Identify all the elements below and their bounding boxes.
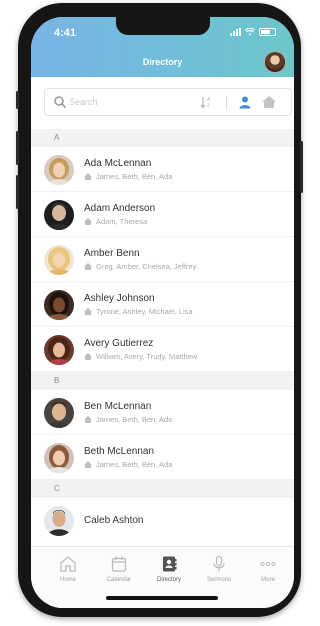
directory-list: A Ada McLennan James, Beth, Ben, Ada Ada [31, 129, 294, 543]
family-members: James, Beth, Ben, Ada [96, 415, 173, 424]
contact-avatar [44, 155, 74, 185]
contact-row[interactable]: Adam Anderson Adam, Theresa [31, 192, 294, 237]
volume-up-button [16, 131, 19, 165]
contact-row[interactable]: Ashley Johnson Tyrone, Ashley, Michael, … [31, 282, 294, 327]
household-view-icon[interactable] [261, 95, 277, 109]
battery-icon [259, 28, 276, 36]
home-icon [84, 353, 92, 360]
tab-label: Sermons [206, 577, 231, 583]
search-input[interactable] [69, 94, 189, 110]
contact-avatar [44, 506, 74, 536]
family-members: James, Beth, Ben, Ada [96, 172, 173, 181]
contact-name: Ada McLennan [84, 158, 152, 169]
section-header-a: A [31, 129, 294, 147]
page-title: Directory [142, 57, 183, 67]
tab-calendar[interactable]: Calendar [93, 555, 145, 583]
search-box: A Z [44, 88, 292, 116]
svg-text:Z: Z [207, 103, 210, 109]
home-icon [60, 556, 76, 572]
contact-row[interactable]: Avery Gutierrez William, Avery, Trudy, M… [31, 327, 294, 372]
contact-avatar [44, 200, 74, 230]
volume-down-button [16, 175, 19, 209]
home-icon [84, 308, 92, 315]
contact-row[interactable]: Ben McLennan James, Beth, Ben, Ada [31, 390, 294, 435]
contact-avatar [44, 398, 74, 428]
directory-icon [163, 556, 177, 572]
family-members: James, Beth, Ben, Ada [96, 460, 173, 469]
home-icon [84, 416, 92, 423]
contact-family: James, Beth, Ben, Ada [84, 172, 172, 181]
home-icon [84, 218, 92, 225]
contact-avatar [44, 290, 74, 320]
tab-sermons[interactable]: Sermons [193, 555, 245, 583]
notch [116, 17, 210, 35]
contact-avatar [44, 443, 74, 473]
home-icon [84, 461, 92, 468]
contact-row[interactable]: Caleb Ashton [31, 498, 294, 543]
calendar-icon [111, 556, 127, 572]
contact-family: William, Avery, Trudy, Matthew [84, 352, 197, 361]
contact-name: Ashley Johnson [84, 293, 155, 304]
contact-row[interactable]: Ada McLennan James, Beth, Ben, Ada [31, 147, 294, 192]
contact-row[interactable]: Beth McLennan James, Beth, Ben, Ada [31, 435, 294, 480]
family-members: Adam, Theresa [96, 217, 148, 226]
contact-name: Avery Gutierrez [84, 338, 154, 349]
family-members: Tyrone, Ashley, Michael, Lisa [96, 307, 193, 316]
signal-icon [230, 28, 241, 36]
contact-family: Adam, Theresa [84, 217, 147, 226]
sort-icon[interactable]: A Z [199, 95, 213, 109]
search-icon [54, 96, 67, 109]
family-members: William, Avery, Trudy, Matthew [96, 352, 198, 361]
contact-family: Tyrone, Ashley, Michael, Lisa [84, 307, 193, 316]
contact-avatar [44, 335, 74, 365]
person-view-icon[interactable] [238, 95, 252, 109]
contact-name: Amber Benn [84, 248, 140, 259]
tab-home[interactable]: Home [42, 555, 94, 583]
more-icon [260, 561, 276, 567]
contact-family: Greg, Amber, Chelsea, Jeffrey [84, 262, 196, 271]
section-header-c: C [31, 480, 294, 498]
wifi-icon [245, 28, 255, 36]
home-icon [84, 263, 92, 270]
contact-family: James, Beth, Ben, Ada [84, 415, 172, 424]
tab-label: Calendar [106, 577, 132, 583]
tab-label: More [261, 577, 275, 583]
status-time: 4:41 [54, 27, 77, 39]
family-members: Greg, Amber, Chelsea, Jeffrey [96, 262, 197, 271]
tab-directory[interactable]: Directory [143, 555, 195, 583]
contact-family: James, Beth, Ben, Ada [84, 460, 172, 469]
contact-name: Beth McLennan [84, 446, 155, 457]
home-indicator [106, 596, 218, 600]
contact-avatar [44, 245, 74, 275]
status-icons [230, 28, 276, 36]
profile-avatar[interactable] [264, 51, 286, 73]
search-bar-area: A Z [31, 77, 294, 129]
microphone-icon [213, 555, 225, 572]
power-button [300, 141, 303, 193]
home-icon [84, 173, 92, 180]
section-header-b: B [31, 372, 294, 390]
contact-name: Caleb Ashton [84, 515, 144, 526]
tab-more[interactable]: More [242, 555, 294, 583]
app-screen: 4:41 Directory A Z [31, 17, 294, 608]
contact-row[interactable]: Amber Benn Greg, Amber, Chelsea, Jeffrey [31, 237, 294, 282]
search-divider [226, 96, 227, 110]
contact-name: Ben McLennan [84, 401, 152, 412]
tab-label: Directory [156, 577, 181, 583]
mute-switch [16, 91, 19, 109]
contact-name: Adam Anderson [84, 203, 156, 214]
tab-label: Home [59, 577, 76, 583]
